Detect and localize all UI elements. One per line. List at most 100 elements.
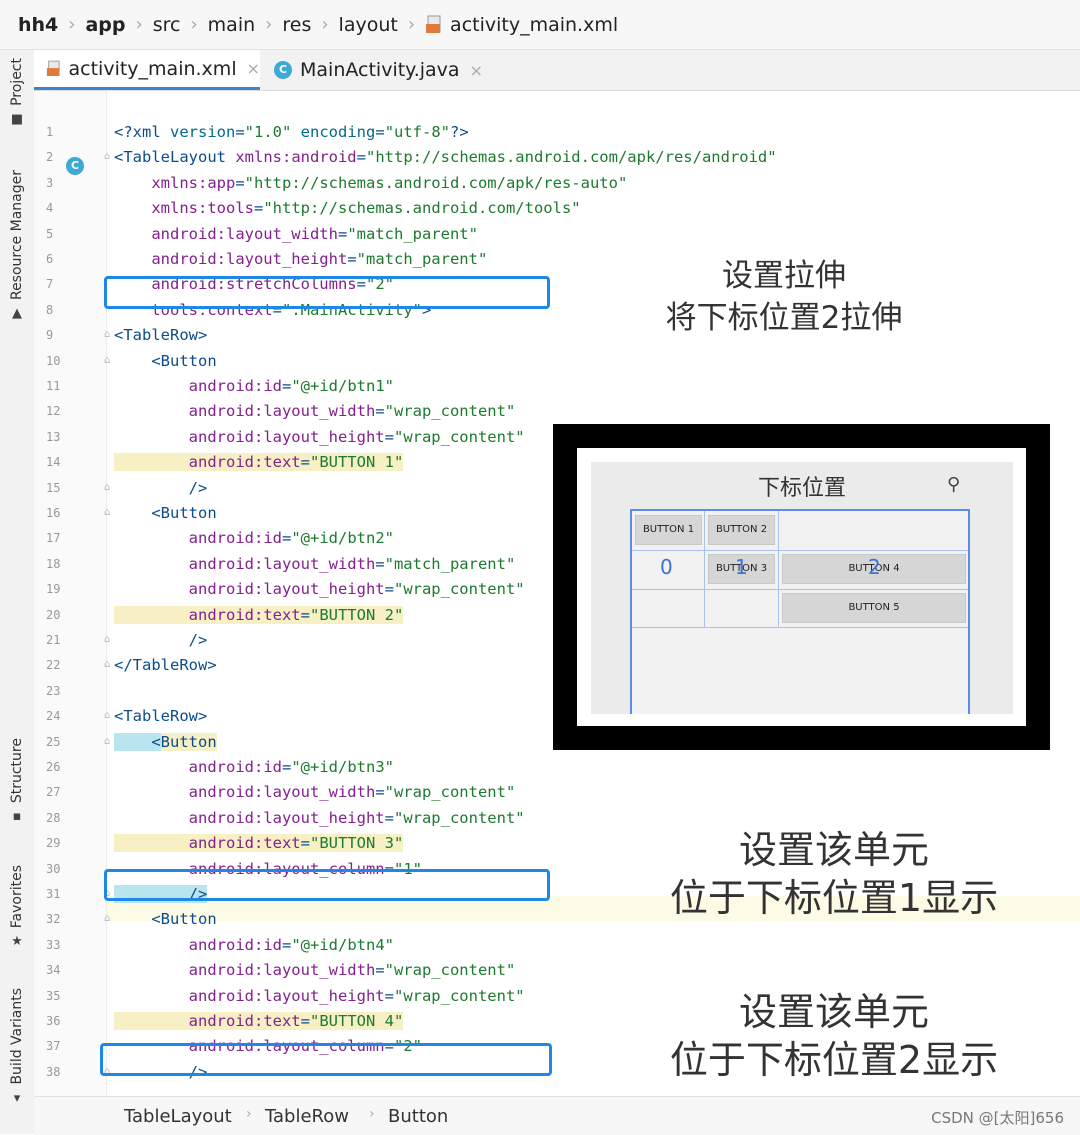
code-line[interactable]: android:layout_height="match_parent" [114, 247, 487, 272]
code-line[interactable]: android:text="BUTTON 4" [114, 1009, 404, 1034]
code-token: "http://schemas.android.com/apk/res-auto… [244, 174, 628, 192]
code-token: = [384, 987, 394, 1005]
code-token: android: [114, 936, 264, 954]
code-token: android: [114, 783, 264, 801]
code-line[interactable]: </TableRow> [114, 653, 217, 678]
class-marker-icon[interactable]: C [66, 157, 84, 175]
sidebar-tab-structure[interactable]: Structure ▪ [0, 738, 34, 824]
fold-marker-icon[interactable]: ⌂ [104, 507, 110, 518]
code-line[interactable]: android:id="@+id/btn1" [114, 374, 394, 399]
fold-marker-icon[interactable]: ⌂ [104, 913, 110, 924]
code-line[interactable]: <TableRow> [114, 704, 207, 729]
breadcrumb-item-res[interactable]: res [282, 14, 311, 36]
code-line[interactable]: android:layout_height="wrap_content" [114, 425, 525, 450]
code-line[interactable]: <Button [114, 907, 217, 932]
code-line[interactable]: <Button [114, 730, 217, 755]
code-token: android: [114, 453, 264, 471]
code-token: = [300, 1012, 310, 1030]
code-token: </TableRow [114, 656, 208, 674]
structure-icon: ▪ [12, 809, 22, 825]
fold-marker-icon[interactable]: ⌂ [104, 659, 110, 670]
code-line[interactable]: <?xml version="1.0" encoding="utf-8"?> [114, 120, 469, 145]
code-token: text [263, 606, 301, 624]
fold-marker-icon[interactable]: ⌂ [104, 151, 110, 162]
code-token: "1.0" [244, 123, 292, 141]
code-token: = [384, 580, 394, 598]
breadcrumb-item-layout[interactable]: layout [339, 14, 398, 36]
code-token: layout_width [263, 555, 376, 573]
code-line[interactable]: android:id="@+id/btn2" [114, 526, 394, 551]
sidebar-tab-project[interactable]: Project ■ [0, 58, 34, 127]
sidebar-tab-favorites[interactable]: Favorites ★ [0, 865, 34, 949]
breadcrumb-item-project[interactable]: hh4 [18, 14, 58, 36]
breadcrumb-item-app[interactable]: app [85, 14, 125, 36]
code-token: android: [114, 377, 264, 395]
sidebar-tab-resource-manager[interactable]: Resource Manager ▲ [0, 170, 34, 321]
code-line[interactable]: android:text="BUTTON 3" [114, 831, 404, 856]
code-line[interactable]: <Button [114, 501, 216, 526]
code-token: xmlns:app [114, 174, 236, 192]
code-line[interactable]: android:id="@+id/btn4" [114, 933, 394, 958]
code-line[interactable]: android:layout_width="wrap_content" [114, 780, 516, 805]
code-line[interactable]: <Button [114, 349, 216, 374]
grid-line [704, 511, 705, 627]
code-line[interactable]: /> [114, 476, 208, 501]
code-token: layout_height [263, 987, 385, 1005]
line-number: 37 [46, 1039, 61, 1053]
structure-crumb-button[interactable]: Button [388, 1106, 448, 1127]
fold-marker-icon[interactable]: ⌂ [104, 736, 110, 747]
code-token: android: [114, 961, 264, 979]
line-number: 35 [46, 989, 61, 1003]
fold-marker-icon[interactable]: ⌂ [104, 710, 110, 721]
tab-main-activity-java[interactable]: C MainActivity.java × [274, 50, 484, 90]
breadcrumb-item-src[interactable]: src [153, 14, 181, 36]
editor-tabs: activity_main.xml × C MainActivity.java … [34, 50, 1080, 91]
structure-crumb-tablelayout[interactable]: TableLayout [124, 1106, 232, 1127]
line-number: 8 [46, 303, 54, 317]
code-line[interactable]: android:layout_height="wrap_content" [114, 984, 525, 1009]
structure-crumb-tablerow[interactable]: TableRow [265, 1106, 349, 1127]
code-token: = [281, 936, 292, 954]
fold-marker-icon[interactable]: ⌂ [104, 482, 110, 493]
line-number: 17 [46, 531, 61, 545]
chevron-right-icon: › [190, 14, 198, 35]
code-line[interactable]: android:layout_width="wrap_content" [114, 958, 516, 983]
sidebar-tab-build-variants[interactable]: Build Variants ▾ [0, 988, 34, 1106]
code-line[interactable]: android:id="@+id/btn3" [114, 755, 394, 780]
breadcrumb-item-file[interactable]: activity_main.xml [425, 14, 618, 36]
code-line[interactable]: android:text="BUTTON 1" [114, 450, 404, 475]
close-icon[interactable]: × [470, 61, 483, 80]
android-icon: ▾ [13, 1090, 21, 1106]
code-token: android: [114, 580, 264, 598]
preview-index-label: 1 [735, 555, 748, 579]
code-line[interactable]: xmlns:tools="http://schemas.android.com/… [114, 196, 580, 221]
code-line[interactable]: /> [114, 628, 208, 653]
code-token: "@+id/btn4" [291, 936, 394, 954]
code-line[interactable]: android:layout_height="wrap_content" [114, 806, 525, 831]
code-line[interactable]: <TableLayout xmlns:android="http://schem… [114, 145, 777, 170]
shapes-icon: ▲ [12, 306, 22, 322]
sidebar-tab-label: Structure [9, 738, 25, 804]
fold-marker-icon[interactable]: ⌂ [104, 634, 110, 645]
code-line[interactable]: android:layout_width="match_parent" [114, 552, 516, 577]
code-token: Button [160, 910, 217, 928]
code-token: = [356, 148, 366, 166]
annotation-column-1: 设置该单元 位于下标位置1显示 [654, 826, 1014, 922]
code-line[interactable]: android:layout_width="match_parent" [114, 222, 478, 247]
code-line[interactable]: android:layout_width="wrap_content" [114, 399, 516, 424]
code-token: "match_parent" [347, 225, 478, 243]
code-line[interactable]: android:text="BUTTON 2" [114, 603, 404, 628]
code-line[interactable]: android:layout_height="wrap_content" [114, 577, 525, 602]
preview-table-layout: BUTTON 1 BUTTON 2 BUTTON 3 BUTTON 4 BUTT… [630, 509, 970, 714]
breadcrumb-item-main[interactable]: main [208, 14, 255, 36]
line-number: 20 [46, 608, 61, 622]
close-icon[interactable]: × [247, 59, 260, 78]
tab-activity-main-xml[interactable]: activity_main.xml × [34, 50, 260, 90]
fold-marker-icon[interactable]: ⌂ [104, 355, 110, 366]
code-token: "match_parent" [356, 250, 488, 268]
sidebar-tab-label: Build Variants [9, 988, 25, 1085]
code-line[interactable]: xmlns:app="http://schemas.android.com/ap… [114, 171, 627, 196]
fold-marker-icon[interactable]: ⌂ [104, 329, 110, 340]
code-line[interactable]: <TableRow> [114, 323, 207, 348]
line-number: 31 [46, 887, 61, 901]
